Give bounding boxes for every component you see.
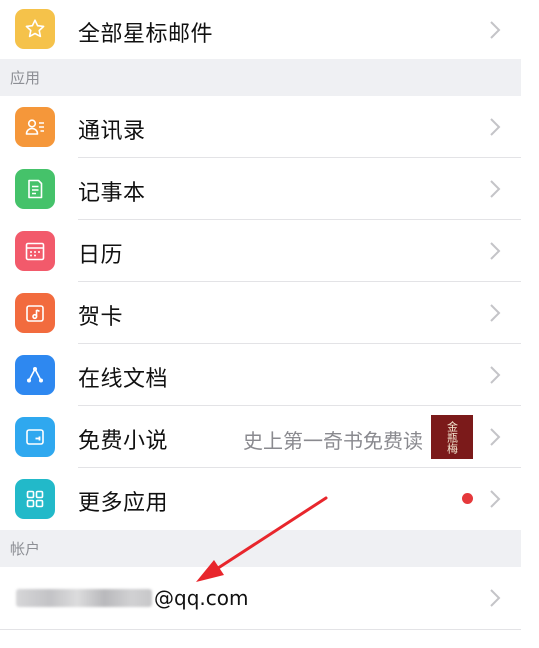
app-label: 在线文档 [78,367,169,392]
app-row-free-novel[interactable]: 免费小说 史上第一奇书免费读 金瓶梅 [0,406,521,468]
novel-promo-text: 史上第一奇书免费读 [243,429,423,453]
chevron-right-icon [489,20,501,40]
chevron-right-icon [489,241,501,261]
apps-section-header: 应用 [0,59,521,96]
app-row-more-apps[interactable]: 更多应用 [0,468,521,530]
app-row-contacts[interactable]: 通讯录 [0,96,521,158]
app-label: 免费小说 [78,429,169,454]
book-cover-thumbnail: 金瓶梅 [431,415,473,459]
star-icon [15,9,55,49]
starred-mail-label: 全部星标邮件 [78,22,214,47]
app-label: 通讯录 [78,119,146,144]
chevron-right-icon [489,489,501,509]
chevron-right-icon [489,365,501,385]
chevron-right-icon [489,179,501,199]
chevron-right-icon [489,303,501,323]
account-email: @qq.com [16,586,248,610]
chevron-right-icon [489,117,501,137]
novel-icon [15,417,55,457]
account-section-title: 帐户 [10,540,41,558]
app-row-notepad[interactable]: 记事本 [0,158,521,220]
notification-dot [462,493,473,504]
app-row-calendar[interactable]: 日历 [0,220,521,282]
app-row-online-document[interactable]: 在线文档 [0,344,521,406]
greeting-card-icon [15,293,55,333]
settings-list: 全部星标邮件 应用 通讯录 记事本 日历 贺卡 在线文档 免费小说 史上第一奇书… [0,0,521,630]
app-label: 贺卡 [78,305,124,330]
account-row[interactable]: @qq.com [0,567,521,630]
document-icon [15,355,55,395]
app-label: 日历 [78,243,124,268]
calendar-icon [15,231,55,271]
email-domain: @qq.com [154,586,249,610]
apps-section-title: 应用 [10,69,41,87]
account-section-header: 帐户 [0,530,521,567]
book-cover-title: 金瓶梅 [445,420,459,454]
grid-icon [15,479,55,519]
starred-mail-row[interactable]: 全部星标邮件 [0,0,521,59]
app-label: 记事本 [78,181,146,206]
app-row-greeting-card[interactable]: 贺卡 [0,282,521,344]
redacted-email-prefix [16,589,152,607]
app-label: 更多应用 [78,491,169,516]
contacts-icon [15,107,55,147]
right-margin [521,0,539,648]
notepad-icon [15,169,55,209]
chevron-right-icon [489,588,501,608]
chevron-right-icon [489,427,501,447]
